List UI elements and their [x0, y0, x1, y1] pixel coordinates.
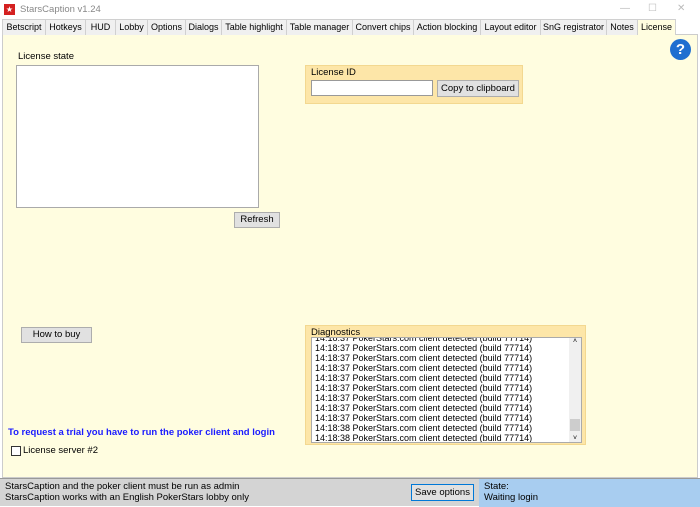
app-star-icon: ★ — [4, 3, 15, 15]
state-label: State: — [484, 481, 509, 492]
tab-table-manager[interactable]: Table manager — [286, 19, 353, 35]
log-line: 14:18:37 PokerStars.com client detected … — [315, 393, 533, 403]
tab-sng-registrator[interactable]: SnG registrator — [540, 19, 607, 35]
log-line: 14:18:37 PokerStars.com client detected … — [315, 383, 533, 393]
license-state-label: License state — [18, 51, 74, 62]
tab-lobby[interactable]: Lobby — [115, 19, 148, 35]
log-line: 14:18:37 PokerStars.com client detected … — [315, 403, 533, 413]
log-line: 14:18:38 PokerStars.com client detected … — [315, 433, 533, 443]
close-icon[interactable]: ✕ — [677, 3, 685, 14]
license-id-label: License ID — [311, 67, 356, 78]
checkbox-box[interactable] — [11, 445, 21, 456]
tab-table-highlight[interactable]: Table highlight — [221, 19, 287, 35]
title-bar: ★ StarsCaption v1.24 — ☐ ✕ — [0, 0, 700, 18]
tab-options[interactable]: Options — [147, 19, 186, 35]
tab-dialogs[interactable]: Dialogs — [185, 19, 222, 35]
diagnostics-group: Diagnostics 14:18:37 PokerStars.com clie… — [305, 325, 586, 445]
tab-bar: Betscript Hotkeys HUD Lobby Options Dialogs Ta… — [2, 19, 698, 36]
admin-notice: StarsCaption and the poker client must b… — [5, 481, 240, 492]
log-line: 14:18:37 PokerStars.com client detected … — [315, 373, 533, 383]
scroll-thumb[interactable] — [570, 419, 580, 431]
lobby-notice: StarsCaption works with an English Poker… — [5, 492, 249, 503]
log-line: 14:18:37 PokerStars.com client detected … — [315, 353, 533, 363]
copy-to-clipboard-button[interactable]: Copy to clipboard — [437, 80, 519, 97]
maximize-icon[interactable]: ☐ — [648, 3, 657, 14]
log-line: 14:18:37 PokerStars.com client detected … — [315, 343, 533, 353]
tab-notes[interactable]: Notes — [606, 19, 638, 35]
how-to-buy-button[interactable]: How to buy — [21, 327, 92, 343]
log-line: 14:18:37 PokerStars.com client detected … — [315, 363, 533, 373]
save-options-button[interactable]: Save options — [411, 484, 474, 501]
state-panel: State: Waiting login — [479, 479, 700, 507]
tab-hotkeys[interactable]: Hotkeys — [45, 19, 86, 35]
license-state-box[interactable] — [16, 65, 259, 208]
log-line: 14:18:38 PokerStars.com client detected … — [315, 423, 533, 433]
license-server-2-label: License server #2 — [23, 445, 98, 456]
status-bar: StarsCaption and the poker client must b… — [0, 478, 700, 507]
scroll-up-icon[interactable]: ˄ — [569, 338, 581, 345]
diagnostics-scrollbar[interactable]: ˄ ˅ — [569, 338, 581, 442]
tab-betscript[interactable]: Betscript — [2, 19, 46, 35]
refresh-button[interactable]: Refresh — [234, 212, 280, 228]
license-id-group: License ID Copy to clipboard — [305, 65, 523, 104]
tab-convert-chips[interactable]: Convert chips — [352, 19, 414, 35]
trial-text: To request a trial you have to run the p… — [8, 427, 275, 438]
minimize-icon[interactable]: — — [620, 3, 630, 14]
state-value: Waiting login — [484, 492, 539, 503]
diagnostics-log[interactable]: 14:18:37 PokerStars.com client detected … — [311, 337, 582, 443]
tab-action-blocking[interactable]: Action blocking — [413, 19, 481, 35]
help-icon[interactable]: ? — [670, 39, 691, 60]
tab-hud[interactable]: HUD — [85, 19, 116, 35]
scroll-down-icon[interactable]: ˅ — [569, 435, 581, 442]
window-title: StarsCaption v1.24 — [20, 3, 101, 15]
tab-license[interactable]: License — [637, 19, 676, 36]
tab-layout-editor[interactable]: Layout editor — [480, 19, 541, 35]
license-panel: License state Refresh License ID Copy to… — [2, 35, 698, 478]
status-messages: StarsCaption and the poker client must b… — [5, 481, 249, 503]
license-id-input[interactable] — [311, 80, 433, 96]
license-server-2-checkbox[interactable]: License server #2 — [11, 445, 98, 456]
log-line: 14:18:37 PokerStars.com client detected … — [315, 413, 533, 423]
